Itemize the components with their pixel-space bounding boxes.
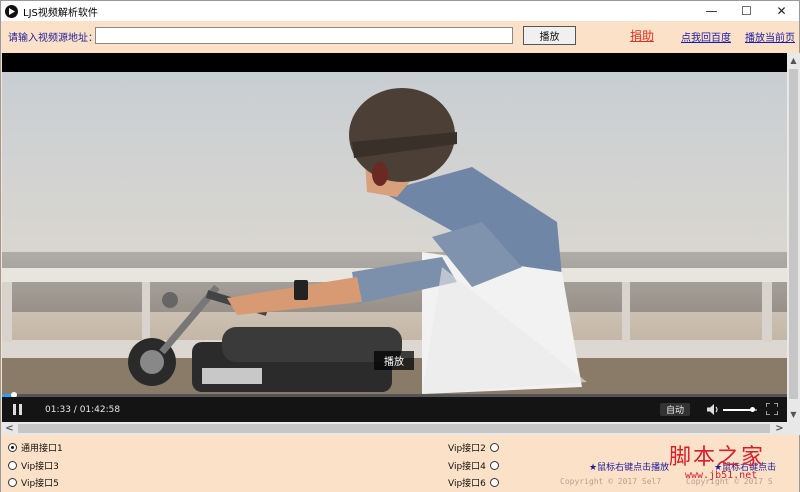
play-tooltip: 播放 <box>374 351 414 370</box>
scroll-down-icon[interactable]: ▼ <box>787 407 800 422</box>
scrollbar-corner <box>787 422 800 435</box>
radio-label: Vip接口5 <box>21 479 59 489</box>
radio-label: Vip接口6 <box>448 479 486 489</box>
scroll-left-icon[interactable]: < <box>2 422 17 435</box>
play-current-page-link[interactable]: 播放当前页 <box>745 29 795 44</box>
url-input[interactable] <box>95 27 513 44</box>
copyright-text: Copyright © 2017 Sel7 <box>560 477 662 486</box>
radio-button[interactable] <box>8 478 17 487</box>
radio-interface-3[interactable]: Vip接口3 <box>8 459 59 472</box>
title-bar[interactable]: LJS视频解析软件 — ☐ ✕ <box>1 1 799 21</box>
volume-handle[interactable] <box>749 407 755 412</box>
app-window: LJS视频解析软件 — ☐ ✕ 请输入视频源地址： 播放 捐助 点我回百度 播放… <box>0 0 800 492</box>
radio-interface-4[interactable]: Vip接口4 <box>448 459 499 472</box>
play-button[interactable]: 播放 <box>523 26 576 45</box>
radio-button[interactable] <box>489 461 499 470</box>
right-click-hint: ★鼠标右键点击播放 <box>589 463 670 473</box>
url-label: 请输入视频源地址： <box>8 33 98 44</box>
play-logo-icon <box>5 4 18 18</box>
close-button[interactable]: ✕ <box>764 1 799 21</box>
horizontal-scroll-thumb[interactable] <box>18 424 770 433</box>
radio-label: 通用接口1 <box>21 444 63 454</box>
watermark-text: 脚本之家 <box>669 445 766 470</box>
volume-icon[interactable] <box>707 404 720 415</box>
radio-interface-1[interactable]: 通用接口1 <box>8 441 63 454</box>
radio-button[interactable] <box>489 478 499 487</box>
radio-button[interactable] <box>8 461 17 470</box>
video-player[interactable]: 播放 01:33 / 01:42:58 自动 <box>2 53 787 422</box>
radio-button[interactable] <box>8 443 17 452</box>
scroll-right-icon[interactable]: > <box>772 422 787 435</box>
scroll-up-icon[interactable]: ▲ <box>787 53 800 68</box>
quality-button[interactable]: 自动 <box>660 403 690 416</box>
site-watermark: 脚本之家 www.jb51.net <box>667 439 797 491</box>
radio-label: Vip接口3 <box>21 462 59 472</box>
donate-link[interactable]: 捐助 <box>630 27 654 44</box>
watermark-url: www.jb51.net <box>685 470 758 481</box>
video-scene-image <box>2 72 787 394</box>
pause-icon[interactable] <box>12 404 23 415</box>
video-frame[interactable] <box>2 72 787 394</box>
radio-button[interactable] <box>489 443 499 452</box>
radio-interface-5[interactable]: Vip接口5 <box>8 476 59 489</box>
horizontal-scrollbar[interactable]: < > <box>2 422 787 435</box>
time-display: 01:33 / 01:42:58 <box>45 405 121 415</box>
window-controls: — ☐ ✕ <box>694 1 799 21</box>
radio-label: Vip接口2 <box>448 444 486 454</box>
fullscreen-icon[interactable] <box>766 403 778 415</box>
vertical-scroll-thumb[interactable] <box>789 69 798 399</box>
radio-label: Vip接口4 <box>448 462 486 472</box>
player-control-bar: 01:33 / 01:42:58 自动 <box>2 397 787 422</box>
volume-fill <box>723 409 752 411</box>
minimize-button[interactable]: — <box>694 1 729 21</box>
volume-slider[interactable] <box>723 407 757 412</box>
radio-interface-2[interactable]: Vip接口2 <box>448 441 499 454</box>
toolbar: 请输入视频源地址： 播放 捐助 点我回百度 播放当前页 <box>1 21 799 52</box>
window-title: LJS视频解析软件 <box>23 7 98 19</box>
vertical-scrollbar[interactable]: ▲ ▼ <box>787 53 800 422</box>
radio-interface-6[interactable]: Vip接口6 <box>448 476 499 489</box>
maximize-button[interactable]: ☐ <box>729 1 764 21</box>
back-to-baidu-link[interactable]: 点我回百度 <box>681 29 731 44</box>
